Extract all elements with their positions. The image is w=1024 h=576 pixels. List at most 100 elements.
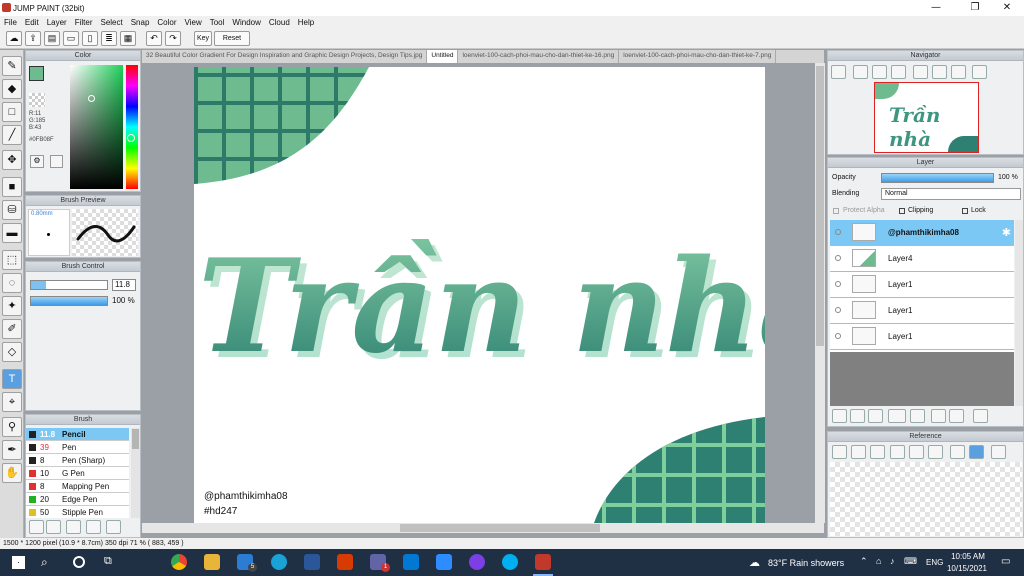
menu-view[interactable]: View — [185, 18, 202, 27]
reference-view[interactable] — [830, 462, 1022, 536]
close-button[interactable]: ✕ — [990, 0, 1024, 16]
language-indicator[interactable]: ENG — [926, 558, 943, 567]
visibility-icon[interactable] — [835, 229, 841, 235]
canvas-vertical-scrollbar[interactable] — [815, 63, 825, 523]
operation-tool-icon[interactable]: ⌖ — [2, 392, 22, 412]
visibility-icon[interactable] — [835, 307, 841, 313]
notification-icon[interactable]: ▭ — [1001, 556, 1010, 567]
canvas-vscroll-thumb[interactable] — [816, 66, 824, 346]
brush-size-slider[interactable] — [30, 280, 108, 290]
brush-folder-icon[interactable] — [106, 520, 121, 534]
hue-slider[interactable] — [126, 65, 138, 189]
rotate-reset-icon[interactable] — [932, 65, 947, 79]
network-icon[interactable]: ⌂ — [876, 556, 881, 566]
menu-window[interactable]: Window — [232, 18, 260, 27]
menu-snap[interactable]: Snap — [131, 18, 150, 27]
file-explorer-icon[interactable] — [204, 554, 220, 570]
line-tool-icon[interactable]: ╱ — [2, 125, 22, 145]
key-button[interactable]: Key — [194, 31, 212, 46]
layer-menu-icon[interactable] — [888, 409, 906, 423]
foreground-color-swatch[interactable] — [29, 66, 44, 81]
layer-row-2[interactable]: Layer4 — [830, 246, 1014, 272]
maximize-button[interactable]: ❐ — [958, 0, 992, 16]
undo-icon[interactable]: ↶ — [146, 31, 162, 46]
task-view-icon[interactable]: ⧉ — [104, 555, 112, 568]
hue-slider-cursor[interactable] — [127, 134, 135, 142]
brush-item-edge-pen[interactable]: 20 Edge Pen — [26, 493, 129, 506]
ref-zoom-in-icon[interactable] — [909, 445, 924, 459]
blending-select[interactable]: Normal — [881, 188, 1021, 200]
zoom-actual-icon[interactable] — [891, 65, 906, 79]
ref-settings-icon[interactable] — [991, 445, 1006, 459]
fill-rect-tool-icon[interactable]: ■ — [2, 177, 22, 197]
move-tool-icon[interactable]: ✥ — [2, 150, 22, 170]
brush-add-icon[interactable] — [46, 520, 61, 534]
merge-layer-icon[interactable] — [949, 409, 964, 423]
gradient-tool-icon[interactable]: ▬ — [2, 223, 22, 243]
close-reference-icon[interactable] — [870, 445, 885, 459]
ref-hand-icon[interactable] — [969, 445, 984, 459]
menu-color[interactable]: Color — [157, 18, 176, 27]
minimize-button[interactable]: — — [919, 0, 953, 16]
upload-icon[interactable]: ⇪ — [25, 31, 41, 46]
new-vector-layer-icon[interactable] — [850, 409, 865, 423]
brush-item-pen-sharp[interactable]: 8 Pen (Sharp) — [26, 454, 129, 467]
eraser-tool-icon[interactable]: ◆ — [2, 79, 22, 99]
transparent-swatch[interactable] — [29, 93, 45, 107]
messenger-icon[interactable] — [469, 554, 485, 570]
pencil-tool-icon[interactable]: ✎ — [2, 56, 22, 76]
zoom-fit-icon[interactable] — [831, 65, 846, 79]
canvas-horizontal-scrollbar[interactable] — [142, 523, 824, 533]
brush-opacity-slider[interactable] — [30, 296, 108, 306]
visibility-icon[interactable] — [835, 281, 841, 287]
gear-icon[interactable]: ✱ — [1002, 226, 1011, 239]
copy-layer-icon[interactable] — [931, 409, 946, 423]
ref-eyedropper-icon[interactable] — [950, 445, 965, 459]
paint-app-icon[interactable] — [337, 554, 353, 570]
lasso-icon[interactable]: ◌ — [2, 273, 22, 293]
comment-icon[interactable]: ▭ — [63, 31, 79, 46]
ref-zoom-out-icon[interactable] — [928, 445, 943, 459]
menu-tool[interactable]: Tool — [210, 18, 225, 27]
layer-row-1[interactable]: @phamthikimha08 ✱ — [830, 220, 1014, 246]
select-rect-icon[interactable]: ⬚ — [2, 250, 22, 270]
weather-icon[interactable]: ☁ — [749, 556, 760, 569]
clock-time[interactable]: 10:05 AM — [948, 552, 988, 561]
brush-item-mapping-pen[interactable]: 8 Mapping Pen — [26, 480, 129, 493]
grid-icon[interactable]: ▦ — [120, 31, 136, 46]
visibility-icon[interactable] — [835, 255, 841, 261]
zoom-out-icon[interactable] — [872, 65, 887, 79]
lock-checkbox[interactable] — [962, 208, 968, 214]
ref-zoom-fit-icon[interactable] — [890, 445, 905, 459]
rectangle-tool-icon[interactable]: □ — [2, 102, 22, 122]
search-icon[interactable]: ⌕ — [41, 555, 48, 570]
new-text-layer-icon[interactable] — [868, 409, 883, 423]
text-tool-icon[interactable]: T — [2, 369, 22, 389]
brush-item-stipple-pen[interactable]: 50 Stipple Pen — [26, 506, 129, 518]
flip-icon[interactable] — [972, 65, 987, 79]
menu-help[interactable]: Help — [298, 18, 314, 27]
save-icon[interactable]: ▤ — [44, 31, 60, 46]
brush-list-scrollbar[interactable] — [131, 428, 140, 518]
skype-icon[interactable] — [502, 554, 518, 570]
reset-button[interactable]: Reset — [214, 31, 250, 46]
canvas-area[interactable]: Trần nhà Trần nhà @phamthikimha08 #hd247 — [142, 63, 814, 523]
delete-layer-icon[interactable] — [973, 409, 988, 423]
word-icon[interactable] — [304, 554, 320, 570]
select-eraser-icon[interactable]: ◇ — [2, 342, 22, 362]
menu-filter[interactable]: Filter — [75, 18, 93, 27]
rotate-left-icon[interactable] — [913, 65, 928, 79]
volume-icon[interactable]: ♪ — [890, 556, 895, 566]
edge-icon[interactable] — [271, 554, 287, 570]
menu-cloud[interactable]: Cloud — [269, 18, 290, 27]
menu-file[interactable]: File — [4, 18, 17, 27]
layer-row-3[interactable]: Layer1 — [830, 272, 1014, 298]
list-icon[interactable]: ≣ — [101, 31, 117, 46]
clock-date[interactable]: 10/15/2021 — [944, 564, 990, 573]
canvas-hscroll-thumb[interactable] — [400, 524, 600, 532]
palette-icon[interactable]: ⚙ — [30, 155, 44, 168]
cloud-icon[interactable]: ☁ — [6, 31, 22, 46]
protect-alpha-checkbox[interactable] — [833, 208, 839, 214]
tab-untitled[interactable]: Untitled — [427, 50, 459, 63]
layer-row-4[interactable]: Layer1 — [830, 298, 1014, 324]
